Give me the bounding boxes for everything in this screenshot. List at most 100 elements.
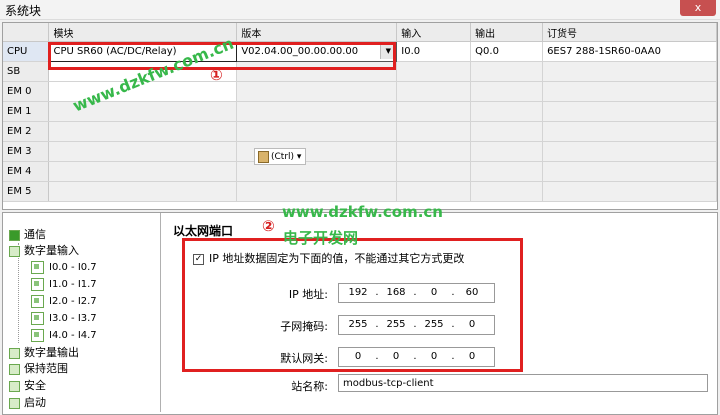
output-cell[interactable] xyxy=(470,81,544,102)
col-header-output: 输出 xyxy=(470,23,544,42)
row-label: EM 3 xyxy=(3,141,50,162)
order-cell[interactable] xyxy=(542,101,717,122)
col-header-blank xyxy=(3,23,50,42)
tree-item-di-3[interactable]: I3.0 - I3.7 xyxy=(31,311,97,327)
row-label: EM 0 xyxy=(3,81,50,102)
input-cell[interactable]: I0.0 xyxy=(396,41,472,62)
tree-node-icon xyxy=(9,347,20,359)
tree-node-icon xyxy=(9,397,20,409)
station-name-input[interactable]: modbus-tcp-client xyxy=(338,374,708,392)
clipboard-icon xyxy=(258,150,269,163)
tree-node-icon xyxy=(9,245,20,257)
order-cell[interactable] xyxy=(542,161,717,182)
row-label: SB xyxy=(3,61,50,82)
tree-item-label: I1.0 - I1.7 xyxy=(49,279,97,290)
input-cell[interactable] xyxy=(396,81,472,102)
tree-item-startup[interactable]: 启动 xyxy=(9,395,46,411)
table-row[interactable]: EM 5 xyxy=(3,181,717,202)
input-cell[interactable] xyxy=(396,161,472,182)
tree-item-label: I0.0 - I0.7 xyxy=(49,262,97,273)
output-cell[interactable] xyxy=(470,121,544,142)
row-label: EM 2 xyxy=(3,121,50,142)
input-cell[interactable] xyxy=(396,61,472,82)
grid-header-row: 模块 版本 输入 输出 订货号 xyxy=(3,23,717,42)
station-name-label: 站名称: xyxy=(291,380,328,393)
input-cell[interactable] xyxy=(396,101,472,122)
tree-item-di-1[interactable]: I1.0 - I1.7 xyxy=(31,277,97,293)
chevron-down-icon: ▾ xyxy=(294,152,302,162)
tree-item-security[interactable]: 安全 xyxy=(9,378,46,394)
module-cell[interactable] xyxy=(48,121,238,142)
paste-tag-label: (Ctrl) xyxy=(271,152,295,162)
row-label: EM 1 xyxy=(3,101,50,122)
section-title: 以太网端口 xyxy=(173,224,234,238)
tree-node-icon xyxy=(9,380,20,392)
order-cell[interactable] xyxy=(542,141,717,162)
tree-item-di-0[interactable]: I0.0 - I0.7 xyxy=(31,260,97,276)
paste-options-button[interactable]: (Ctrl) ▾ xyxy=(254,148,306,165)
tree-item-label: I2.0 - I2.7 xyxy=(49,296,97,307)
output-cell[interactable]: Q0.0 xyxy=(470,41,544,62)
version-cell[interactable] xyxy=(236,121,398,142)
close-button[interactable]: x xyxy=(680,0,716,16)
output-cell[interactable] xyxy=(470,61,544,82)
window-title: 系统块 xyxy=(5,4,42,18)
version-cell[interactable] xyxy=(236,101,398,122)
tree-node-icon xyxy=(9,363,20,375)
tree-node-icon xyxy=(31,294,44,308)
col-header-version: 版本 xyxy=(236,23,398,42)
col-header-module: 模块 xyxy=(48,23,238,42)
output-cell[interactable] xyxy=(470,161,544,182)
settings-tree: 通信 数字量输入 I0.0 - I0.7 I1.0 - I1.7 I2.0 - … xyxy=(3,213,161,412)
tree-node-icon xyxy=(31,311,44,325)
tree-item-label: 安全 xyxy=(24,379,46,392)
row-label: EM 5 xyxy=(3,181,50,202)
table-row[interactable]: EM 1 xyxy=(3,101,717,122)
tree-item-communication[interactable]: 通信 xyxy=(9,227,46,243)
col-header-input: 输入 xyxy=(396,23,472,42)
tree-item-label: 启动 xyxy=(24,396,46,409)
module-cell[interactable] xyxy=(48,141,238,162)
tree-item-label: 数字量输出 xyxy=(24,346,79,359)
order-cell[interactable] xyxy=(542,121,717,142)
watermark-url: www.dzkfw.com.cn xyxy=(282,203,443,221)
annotation-number-1: ① xyxy=(210,66,223,84)
tree-item-digital-output[interactable]: 数字量输出 xyxy=(9,345,79,361)
version-cell[interactable] xyxy=(236,181,398,202)
tree-item-label: 保持范围 xyxy=(24,362,68,375)
output-cell[interactable] xyxy=(470,181,544,202)
order-cell[interactable] xyxy=(542,181,717,202)
input-cell[interactable] xyxy=(396,121,472,142)
col-header-order: 订货号 xyxy=(542,23,717,42)
input-cell[interactable] xyxy=(396,181,472,202)
order-cell[interactable]: 6ES7 288-1SR60-0AA0 xyxy=(542,41,717,62)
tree-item-label: I3.0 - I3.7 xyxy=(49,313,97,324)
table-row[interactable]: EM 2 xyxy=(3,121,717,142)
tree-item-label: I4.0 - I4.7 xyxy=(49,330,97,341)
tree-item-label: 通信 xyxy=(24,228,46,241)
annotation-box-2 xyxy=(182,238,523,372)
tree-node-icon xyxy=(31,260,44,274)
tree-node-icon xyxy=(31,277,44,291)
window-titlebar: 系统块 x xyxy=(0,0,720,20)
row-label: CPU xyxy=(3,41,50,62)
input-cell[interactable] xyxy=(396,141,472,162)
tree-item-di-4[interactable]: I4.0 - I4.7 xyxy=(31,328,97,344)
output-cell[interactable] xyxy=(470,101,544,122)
table-row[interactable]: EM 4 xyxy=(3,161,717,182)
tree-item-label: 数字量输入 xyxy=(24,244,79,257)
table-row[interactable]: EM 3 xyxy=(3,141,717,162)
tree-node-icon xyxy=(9,229,20,241)
tree-item-retentive[interactable]: 保持范围 xyxy=(9,361,68,377)
tree-item-di-2[interactable]: I2.0 - I2.7 xyxy=(31,294,97,310)
tree-item-digital-input[interactable]: 数字量输入 xyxy=(9,243,79,259)
version-cell[interactable] xyxy=(236,81,398,102)
order-cell[interactable] xyxy=(542,81,717,102)
tree-node-icon xyxy=(31,328,44,342)
order-cell[interactable] xyxy=(542,61,717,82)
module-cell[interactable] xyxy=(48,161,238,182)
watermark-site-name: 电子开发网 xyxy=(283,229,359,247)
row-label: EM 4 xyxy=(3,161,50,182)
output-cell[interactable] xyxy=(470,141,544,162)
module-cell[interactable] xyxy=(48,181,238,202)
